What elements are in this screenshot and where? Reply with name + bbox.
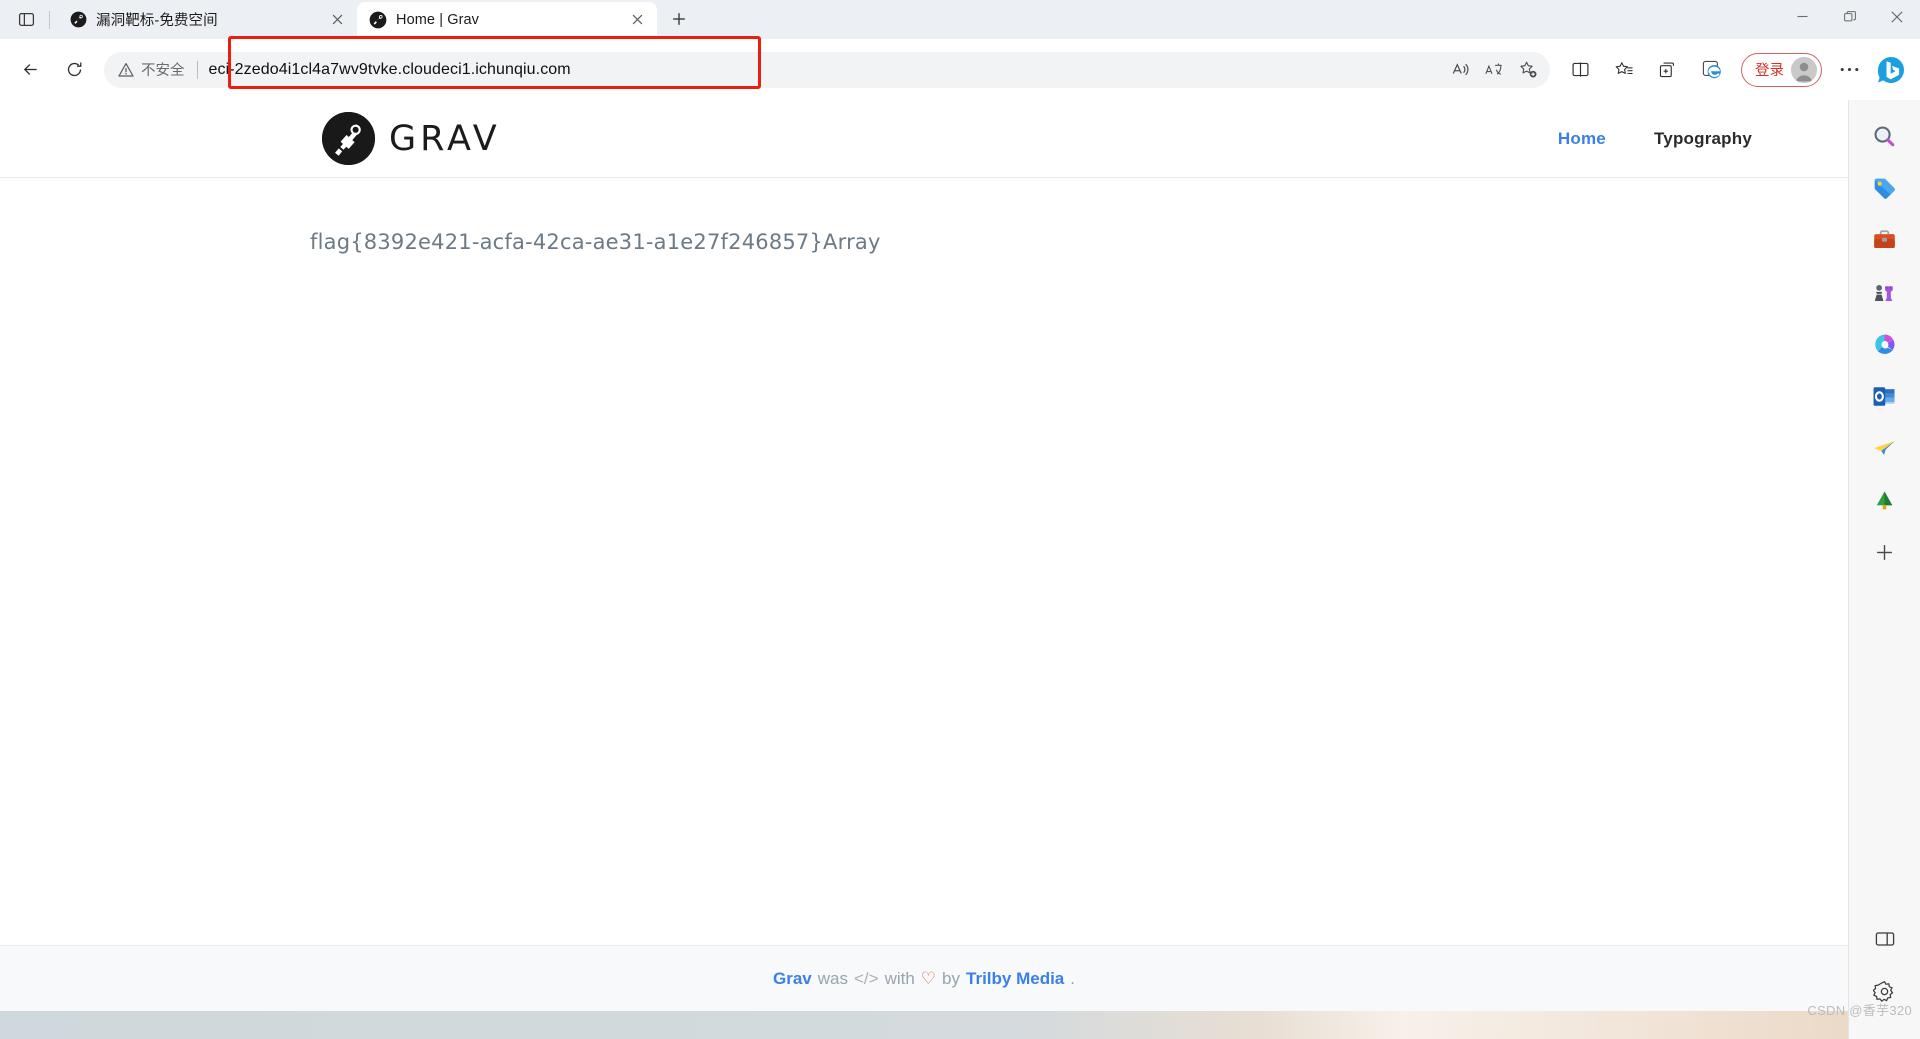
add-icon[interactable] — [1865, 532, 1905, 572]
window-controls — [1779, 0, 1920, 39]
bing-copilot-icon[interactable] — [1874, 53, 1908, 87]
site-header: GRAV Home Typography — [0, 100, 1848, 178]
tab-title: Home | Grav — [396, 11, 480, 28]
footer-by-text: by — [942, 968, 961, 988]
tab-close-icon[interactable] — [325, 8, 349, 32]
footer-trilby-link[interactable]: Trilby Media — [966, 969, 1064, 989]
warning-triangle-icon — [118, 62, 134, 77]
search-icon[interactable] — [1865, 116, 1905, 156]
tab-title: 漏洞靶标-免费空间 — [96, 13, 218, 29]
site-nav: Home Typography — [1558, 129, 1780, 149]
microsoft-365-icon[interactable] — [1865, 324, 1905, 364]
browser-essentials-icon[interactable] — [1865, 919, 1905, 959]
flag-output-text: flag{8392e421-acfa-42ca-ae31-a1e27f24685… — [310, 230, 881, 254]
tab-item-1[interactable]: Home | Grav — [357, 2, 657, 37]
omnibox-actions — [1444, 54, 1550, 86]
shopping-tag-icon[interactable] — [1865, 168, 1905, 208]
site-brand-name: GRAV — [389, 118, 501, 159]
footer-was-text: was — [817, 968, 848, 988]
security-label: 不安全 — [141, 63, 185, 79]
tree-icon[interactable] — [1865, 480, 1905, 520]
grav-astronaut-icon — [369, 11, 387, 29]
grav-astronaut-logo — [322, 112, 375, 165]
translate-icon[interactable] — [1478, 54, 1510, 86]
avatar — [1791, 56, 1817, 83]
telegram-plane-icon[interactable] — [1865, 428, 1905, 468]
outlook-icon[interactable] — [1865, 376, 1905, 416]
footer-period: . — [1070, 968, 1075, 988]
site-brand[interactable]: GRAV — [322, 112, 501, 165]
restore-icon[interactable] — [1826, 0, 1873, 33]
page-content: flag{8392e421-acfa-42ca-ae31-a1e27f24685… — [0, 178, 1848, 878]
footer-code-glyph: </> — [853, 968, 879, 988]
minimize-icon[interactable] — [1779, 0, 1826, 33]
tab-strip: 漏洞靶标-免费空间 Home | Grav — [0, 0, 1920, 39]
tabs-container: 漏洞靶标-免费空间 Home | Grav — [0, 0, 695, 39]
add-favorite-icon[interactable] — [1512, 54, 1544, 86]
page-viewport: GRAV Home Typography flag{8392e421-acfa-… — [0, 100, 1848, 1039]
settings-and-more-icon[interactable] — [1830, 51, 1868, 89]
close-window-icon[interactable] — [1873, 0, 1920, 33]
games-chess-icon[interactable] — [1865, 272, 1905, 312]
read-aloud-icon[interactable] — [1444, 54, 1476, 86]
nav-link-home[interactable]: Home — [1558, 129, 1606, 149]
sign-in-label: 登录 — [1755, 63, 1784, 79]
tab-item-0[interactable]: 漏洞靶标-免费空间 — [57, 2, 357, 37]
grav-astronaut-icon — [69, 11, 87, 29]
footer-with-text: with — [884, 968, 915, 988]
heart-icon: ♡ — [920, 968, 937, 988]
tab-actions-icon[interactable] — [10, 4, 42, 36]
back-button[interactable] — [12, 52, 48, 88]
sign-in-button[interactable]: 登录 — [1741, 52, 1822, 87]
footer-grav-link[interactable]: Grav — [773, 969, 812, 989]
new-tab-icon[interactable] — [663, 3, 695, 35]
footer-credit: Grav was </> with ♡ by Trilby Media . — [773, 969, 1075, 989]
address-bar[interactable]: 不安全 eci-2zedo4i1cl4a7wv9tvke.cloudeci1.i… — [104, 51, 1550, 88]
csdn-watermark: CSDN @香芋320 — [1807, 1003, 1912, 1018]
browser-window: 漏洞靶标-免费空间 Home | Grav 不安全 eci-2zedo4i1cl… — [0, 0, 1920, 1039]
tools-briefcase-icon[interactable] — [1865, 220, 1905, 260]
refresh-button[interactable] — [56, 52, 92, 88]
page-bottom-strip — [0, 1011, 1848, 1039]
favorites-icon[interactable] — [1605, 51, 1643, 89]
omnibox-divider — [196, 60, 198, 79]
site-footer: Grav was </> with ♡ by Trilby Media . — [0, 945, 1848, 1011]
collections-icon[interactable] — [1649, 51, 1687, 89]
nav-link-typography[interactable]: Typography — [1654, 129, 1752, 149]
navigation-toolbar: 不安全 eci-2zedo4i1cl4a7wv9tvke.cloudeci1.i… — [0, 39, 1920, 100]
split-screen-icon[interactable] — [1561, 51, 1599, 89]
edge-sidebar: CSDN @香芋320 — [1807, 100, 1920, 1039]
url-text[interactable]: eci-2zedo4i1cl4a7wv9tvke.cloudeci1.ichun… — [209, 61, 1445, 79]
ie-mode-icon[interactable] — [1693, 51, 1731, 89]
tab-divider — [49, 10, 50, 29]
site-security-indicator[interactable]: 不安全 — [118, 59, 185, 80]
tab-close-icon[interactable] — [625, 8, 649, 32]
